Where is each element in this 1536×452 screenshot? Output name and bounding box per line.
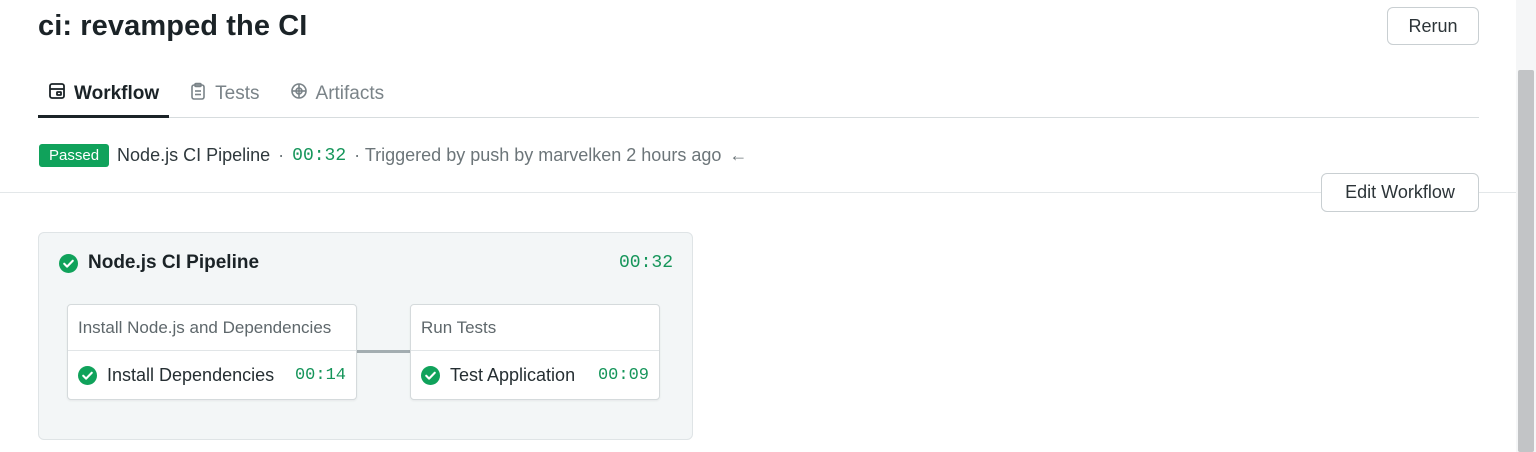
- pipeline-card-header: Node.js CI Pipeline: [59, 252, 259, 274]
- job-title: Install Node.js and Dependencies: [68, 305, 356, 351]
- step-name: Test Application: [450, 364, 576, 385]
- check-circle-icon: [421, 365, 440, 385]
- tab-artifacts-label: Artifacts: [315, 82, 385, 104]
- tab-workflow[interactable]: Workflow: [38, 70, 170, 118]
- tab-tests-label: Tests: [215, 82, 260, 104]
- edit-workflow-button[interactable]: Edit Workflow: [1321, 173, 1479, 212]
- arrow-left-icon[interactable]: ←: [729, 145, 747, 166]
- run-status-line: Passed Node.js CI Pipeline · 00:32 · Tri…: [39, 144, 747, 167]
- tab-artifacts[interactable]: Artifacts: [280, 70, 395, 117]
- pipeline-card-duration: 00:32: [618, 253, 673, 273]
- job-step[interactable]: Test Application 00:09: [411, 351, 659, 399]
- artifacts-icon: [290, 82, 308, 106]
- status-badge: Passed: [39, 144, 110, 167]
- step-duration: 00:09: [597, 365, 649, 385]
- workflow-icon: [48, 82, 66, 106]
- scrollbar-track[interactable]: [1516, 0, 1536, 452]
- job-step[interactable]: Install Dependencies 00:14: [68, 351, 356, 399]
- job-title: Run Tests: [411, 305, 659, 351]
- status-separator: ·: [278, 145, 285, 165]
- pipeline-card-title: Node.js CI Pipeline: [88, 252, 260, 273]
- pipeline-card: Node.js CI Pipeline 00:32 Install Node.j…: [38, 232, 693, 440]
- step-name: Install Dependencies: [107, 364, 275, 385]
- check-circle-icon: [59, 253, 78, 273]
- clipboard-icon: [189, 82, 207, 106]
- section-divider: [0, 192, 1516, 193]
- pipeline-name-link[interactable]: Node.js CI Pipeline: [117, 145, 270, 166]
- step-duration: 00:14: [294, 365, 346, 385]
- run-duration: 00:32: [292, 145, 347, 166]
- tab-tests[interactable]: Tests: [179, 70, 269, 117]
- scrollbar-thumb[interactable]: [1518, 70, 1534, 452]
- page: ci: revamped the CI Rerun Workflow Tests…: [0, 0, 1536, 452]
- job-card[interactable]: Run Tests Test Application 00:09: [410, 304, 660, 400]
- rerun-button[interactable]: Rerun: [1387, 7, 1479, 45]
- tab-workflow-label: Workflow: [74, 82, 160, 104]
- tab-bar: Workflow Tests Artifacts: [38, 70, 1479, 118]
- trigger-text: · Triggered by push by marvelken 2 hours…: [354, 145, 722, 165]
- check-circle-icon: [78, 365, 97, 385]
- page-title: ci: revamped the CI: [38, 10, 308, 42]
- job-card[interactable]: Install Node.js and Dependencies Install…: [67, 304, 357, 400]
- job-connector: [357, 350, 410, 353]
